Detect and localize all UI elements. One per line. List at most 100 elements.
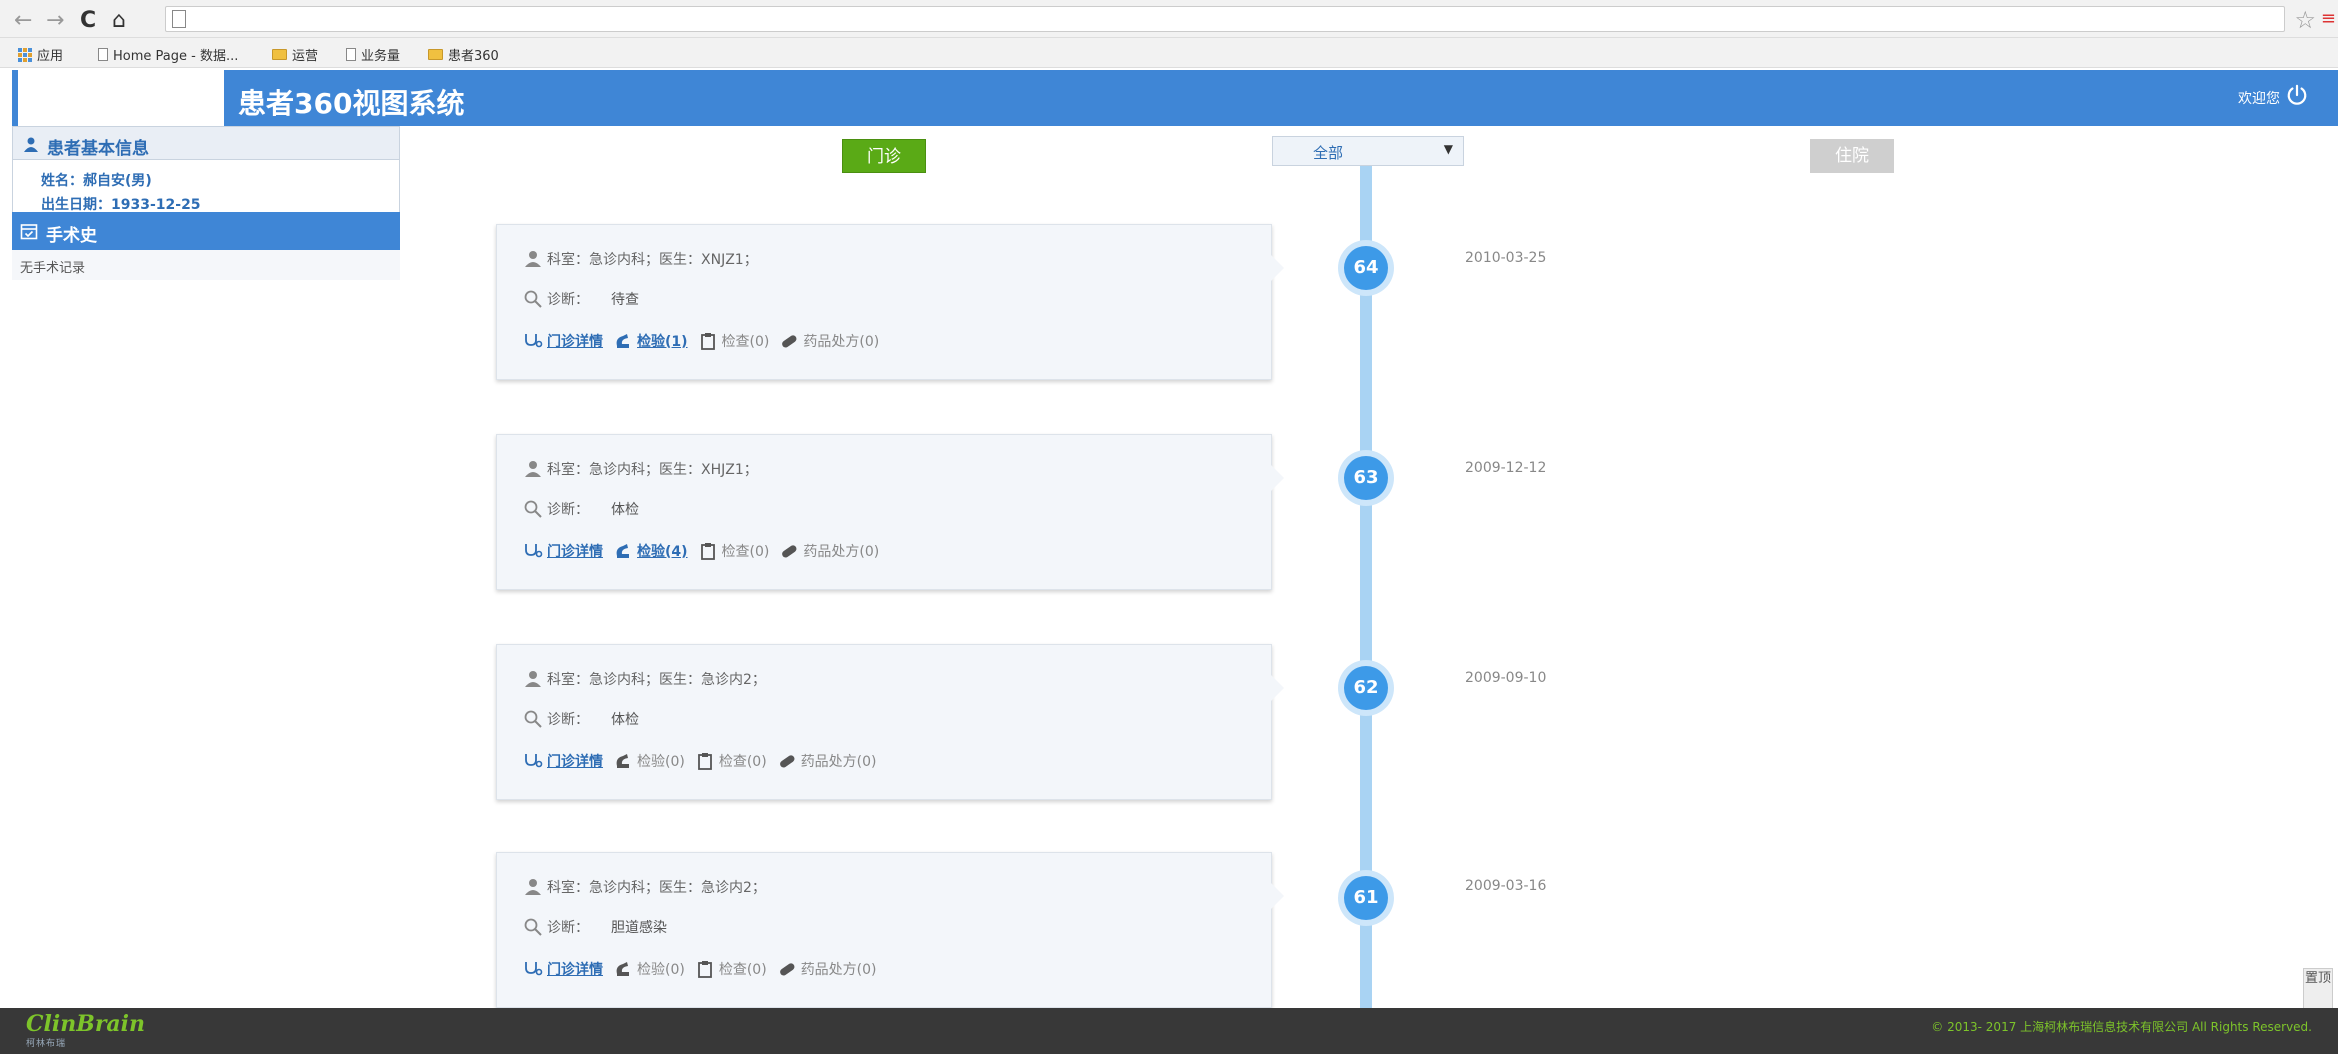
prescription-link[interactable]: 药品处方(0) bbox=[777, 751, 877, 771]
bookmark-star-icon[interactable]: ☆ bbox=[2294, 6, 2316, 34]
lab-test-icon bbox=[616, 962, 629, 976]
visit-card: 科室：急诊内科；医生：XHJZ1； 诊断： 体检 门诊详情 检验(4) 检查(0… bbox=[496, 434, 1284, 590]
address-bar[interactable] bbox=[165, 6, 2285, 32]
visit-date: 2009-09-10 bbox=[1465, 670, 1547, 686]
visit-date: 2009-12-12 bbox=[1465, 460, 1547, 476]
bookmark-operations[interactable]: 运营 bbox=[272, 45, 318, 64]
visit-date: 2009-03-16 bbox=[1465, 878, 1547, 894]
exam-link[interactable]: 检查(0) bbox=[695, 751, 767, 771]
page-icon bbox=[98, 48, 108, 61]
actions-line: 门诊详情 检验(0) 检查(0) 药品处方(0) bbox=[523, 751, 877, 771]
lab-test-icon bbox=[616, 544, 629, 558]
calendar-check-icon bbox=[20, 224, 38, 240]
actions-line: 门诊详情 检验(4) 检查(0) 药品处方(0) bbox=[523, 541, 879, 561]
lab-test-icon bbox=[616, 334, 629, 348]
search-icon bbox=[524, 290, 542, 308]
surgery-history-empty: 无手术记录 bbox=[12, 250, 400, 280]
folder-icon bbox=[272, 49, 287, 60]
patient-info-header[interactable]: 患者基本信息 bbox=[12, 126, 400, 160]
patient-name: 姓名：郝自安(男) bbox=[41, 173, 152, 189]
filter-value: 全部 bbox=[1313, 144, 1344, 162]
pill-icon bbox=[782, 335, 797, 348]
timeline-node: 63 bbox=[1338, 450, 1394, 506]
inpatient-button[interactable]: 住院 bbox=[1810, 139, 1894, 173]
timeline-node: 64 bbox=[1338, 240, 1394, 296]
exam-link[interactable]: 检查(0) bbox=[695, 959, 767, 979]
page-icon bbox=[346, 48, 356, 61]
logo bbox=[18, 70, 224, 130]
timeline-node: 61 bbox=[1338, 870, 1394, 926]
prescription-link[interactable]: 药品处方(0) bbox=[777, 959, 877, 979]
pill-icon bbox=[779, 963, 795, 976]
back-arrow-icon[interactable]: ← bbox=[14, 8, 32, 33]
prescription-link[interactable]: 药品处方(0) bbox=[779, 541, 879, 561]
dropdown-caret-icon: ▼ bbox=[1443, 142, 1453, 156]
bookmark-home-page[interactable]: Home Page - 数据... bbox=[98, 45, 238, 64]
power-icon[interactable] bbox=[2286, 84, 2308, 106]
menu-icon[interactable]: ≡ bbox=[2321, 8, 2336, 29]
diagnosis-line: 诊断： 胆道感染 bbox=[523, 917, 667, 937]
user-icon bbox=[525, 461, 541, 477]
user-icon bbox=[24, 137, 38, 152]
lab-link[interactable]: 检验(4) bbox=[613, 541, 688, 561]
browser-toolbar: ← → C ⌂ ☆ ≡ bbox=[0, 0, 2338, 38]
home-icon[interactable]: ⌂ bbox=[112, 8, 126, 33]
reload-icon[interactable]: C bbox=[80, 8, 96, 33]
visit-filter-select[interactable]: 全部 ▼ bbox=[1272, 136, 1464, 166]
diagnosis-line: 诊断： 待查 bbox=[523, 289, 639, 309]
patient-dob: 出生日期：1933-12-25 bbox=[41, 197, 201, 213]
search-icon bbox=[524, 918, 542, 936]
prescription-link[interactable]: 药品处方(0) bbox=[779, 331, 879, 351]
clipboard-icon bbox=[700, 333, 715, 350]
stethoscope-icon bbox=[525, 544, 543, 558]
user-icon bbox=[525, 879, 541, 895]
visit-card: 科室：急诊内科；医生：XNJZ1； 诊断： 待查 门诊详情 检验(1) 检查(0… bbox=[496, 224, 1284, 380]
outpatient-detail-link[interactable]: 门诊详情 bbox=[523, 331, 603, 351]
lab-test-icon bbox=[616, 754, 629, 768]
diagnosis-line: 诊断： 体检 bbox=[523, 709, 639, 729]
visit-card: 科室：急诊内科；医生：急诊内2； 诊断： 胆道感染 门诊详情 检验(0) 检查(… bbox=[496, 852, 1284, 1008]
outpatient-button[interactable]: 门诊 bbox=[842, 139, 926, 173]
bookmark-patient360[interactable]: 患者360 bbox=[428, 45, 499, 64]
copyright-text: © 2013- 2017 上海柯林布瑞信息技术有限公司 All Rights R… bbox=[1931, 1020, 2312, 1034]
exam-link[interactable]: 检查(0) bbox=[698, 541, 769, 561]
folder-icon bbox=[428, 49, 443, 60]
brand-logo: ClinBrain bbox=[26, 1011, 146, 1037]
sidebar: 患者基本信息 姓名：郝自安(男) 出生日期：1933-12-25 手术史 无手术… bbox=[12, 126, 400, 280]
dept-line: 科室：急诊内科；医生：急诊内2； bbox=[523, 877, 766, 897]
stethoscope-icon bbox=[525, 962, 543, 976]
search-icon bbox=[524, 500, 542, 518]
actions-line: 门诊详情 检验(1) 检查(0) 药品处方(0) bbox=[523, 331, 879, 351]
lab-link[interactable]: 检验(0) bbox=[613, 751, 685, 771]
page-icon bbox=[172, 10, 186, 28]
timeline-node: 62 bbox=[1338, 660, 1394, 716]
pill-icon bbox=[782, 545, 797, 558]
outpatient-detail-link[interactable]: 门诊详情 bbox=[523, 541, 603, 561]
brand-subtitle: 柯林布瑞 bbox=[26, 1039, 67, 1049]
surgery-history-header[interactable]: 手术史 bbox=[12, 212, 400, 250]
welcome-text: 欢迎您 bbox=[2238, 91, 2280, 107]
exam-link[interactable]: 检查(0) bbox=[698, 331, 769, 351]
forward-arrow-icon[interactable]: → bbox=[46, 8, 64, 33]
stethoscope-icon bbox=[525, 334, 543, 348]
user-icon bbox=[525, 251, 541, 267]
dept-line: 科室：急诊内科；医生：XNJZ1； bbox=[523, 249, 758, 269]
back-to-top-tab[interactable]: 置顶 bbox=[2303, 968, 2333, 1010]
actions-line: 门诊详情 检验(0) 检查(0) 药品处方(0) bbox=[523, 959, 877, 979]
pill-icon bbox=[779, 755, 795, 768]
clipboard-icon bbox=[697, 961, 712, 978]
outpatient-detail-link[interactable]: 门诊详情 bbox=[523, 751, 603, 771]
clipboard-icon bbox=[700, 543, 715, 560]
lab-link[interactable]: 检验(0) bbox=[613, 959, 685, 979]
visit-date: 2010-03-25 bbox=[1465, 250, 1547, 266]
stethoscope-icon bbox=[525, 754, 543, 768]
lab-link[interactable]: 检验(1) bbox=[613, 331, 688, 351]
clipboard-icon bbox=[697, 753, 712, 770]
dept-line: 科室：急诊内科；医生：急诊内2； bbox=[523, 669, 766, 689]
outpatient-detail-link[interactable]: 门诊详情 bbox=[523, 959, 603, 979]
bookmark-apps[interactable]: 应用 bbox=[18, 45, 63, 64]
search-icon bbox=[524, 710, 542, 728]
bookmark-volume[interactable]: 业务量 bbox=[346, 45, 400, 64]
dept-line: 科室：急诊内科；医生：XHJZ1； bbox=[523, 459, 758, 479]
bookmarks-bar: 应用 Home Page - 数据... 运营 业务量 患者360 bbox=[0, 38, 2338, 68]
